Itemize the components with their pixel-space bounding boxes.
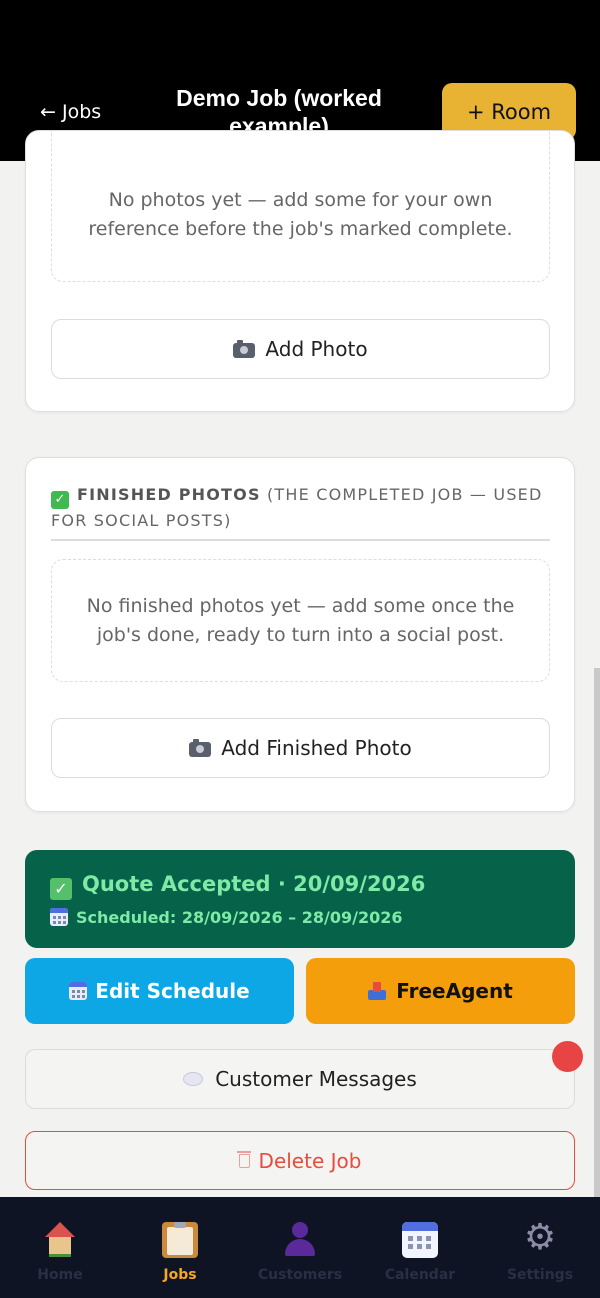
nav-label-jobs: Jobs bbox=[163, 1267, 197, 1283]
notification-badge bbox=[552, 1041, 583, 1072]
calendar-icon bbox=[69, 982, 88, 1000]
camera-icon bbox=[189, 738, 212, 757]
calendar-icon bbox=[402, 1222, 438, 1258]
customer-messages-button[interactable]: Customer Messages bbox=[25, 1049, 575, 1109]
clipboard-icon bbox=[162, 1222, 198, 1258]
finished-photos-heading-bold: FINISHED PHOTOS bbox=[77, 485, 261, 504]
finished-photos-empty-state: No finished photos yet — add some once t… bbox=[51, 559, 550, 682]
section-divider bbox=[51, 539, 550, 541]
edit-schedule-button[interactable]: Edit Schedule bbox=[25, 958, 294, 1024]
quote-status-banner: ✓ Quote Accepted · 20/09/2026 Scheduled: … bbox=[25, 850, 575, 948]
nav-item-calendar[interactable]: Calendar bbox=[360, 1197, 480, 1298]
nav-item-jobs[interactable]: Jobs bbox=[120, 1197, 240, 1298]
outbox-icon bbox=[368, 982, 387, 1000]
nav-item-customers[interactable]: Customers bbox=[240, 1197, 360, 1298]
scheduled-dates-text: Scheduled: 28/09/2026 – 28/09/2026 bbox=[76, 908, 403, 927]
person-icon bbox=[282, 1222, 318, 1258]
customer-messages-label: Customer Messages bbox=[215, 1067, 417, 1091]
nav-label-customers: Customers bbox=[257, 1267, 343, 1283]
check-icon: ✓ bbox=[50, 878, 72, 900]
quote-accepted-title: ✓ Quote Accepted · 20/09/2026 bbox=[50, 872, 425, 900]
calendar-icon bbox=[50, 908, 68, 926]
home-icon bbox=[42, 1222, 78, 1258]
camera-icon bbox=[233, 339, 256, 358]
speech-bubble-icon bbox=[183, 1072, 204, 1086]
back-to-jobs-link[interactable]: ← Jobs bbox=[40, 101, 101, 123]
photos-empty-state: No photos yet — add some for your own re… bbox=[51, 131, 550, 282]
nav-item-home[interactable]: Home bbox=[0, 1197, 120, 1298]
reference-photos-card: No photos yet — add some for your own re… bbox=[25, 130, 575, 412]
delete-job-label: Delete Job bbox=[258, 1148, 362, 1173]
freeagent-label: FreeAgent bbox=[396, 979, 513, 1003]
nav-item-settings[interactable]: ⚙ Settings bbox=[480, 1197, 600, 1298]
add-finished-photo-button[interactable]: Add Finished Photo bbox=[51, 718, 550, 778]
check-icon: ✓ bbox=[51, 491, 69, 509]
delete-job-button[interactable]: Delete Job bbox=[25, 1131, 575, 1190]
edit-schedule-label: Edit Schedule bbox=[95, 979, 250, 1003]
nav-label-home: Home bbox=[37, 1267, 83, 1283]
finished-photos-heading: ✓ FINISHED PHOTOS (THE COMPLETED JOB — US… bbox=[51, 483, 551, 532]
gear-icon: ⚙ bbox=[523, 1217, 557, 1258]
scrollbar[interactable] bbox=[594, 668, 600, 1198]
add-photo-label: Add Photo bbox=[265, 337, 368, 361]
finished-photos-card: ✓ FINISHED PHOTOS (THE COMPLETED JOB — US… bbox=[25, 457, 575, 812]
trash-icon bbox=[236, 1150, 251, 1168]
add-photo-button[interactable]: Add Photo bbox=[51, 319, 550, 379]
nav-label-settings: Settings bbox=[506, 1267, 574, 1283]
freeagent-button[interactable]: FreeAgent bbox=[306, 958, 575, 1024]
scheduled-dates: Scheduled: 28/09/2026 – 28/09/2026 bbox=[50, 908, 403, 927]
nav-label-calendar: Calendar bbox=[384, 1267, 456, 1283]
bottom-nav: Home Jobs Customers Calendar ⚙ Settings bbox=[0, 1197, 600, 1298]
add-finished-photo-label: Add Finished Photo bbox=[221, 736, 412, 760]
quote-accepted-text: Quote Accepted · 20/09/2026 bbox=[82, 872, 426, 896]
